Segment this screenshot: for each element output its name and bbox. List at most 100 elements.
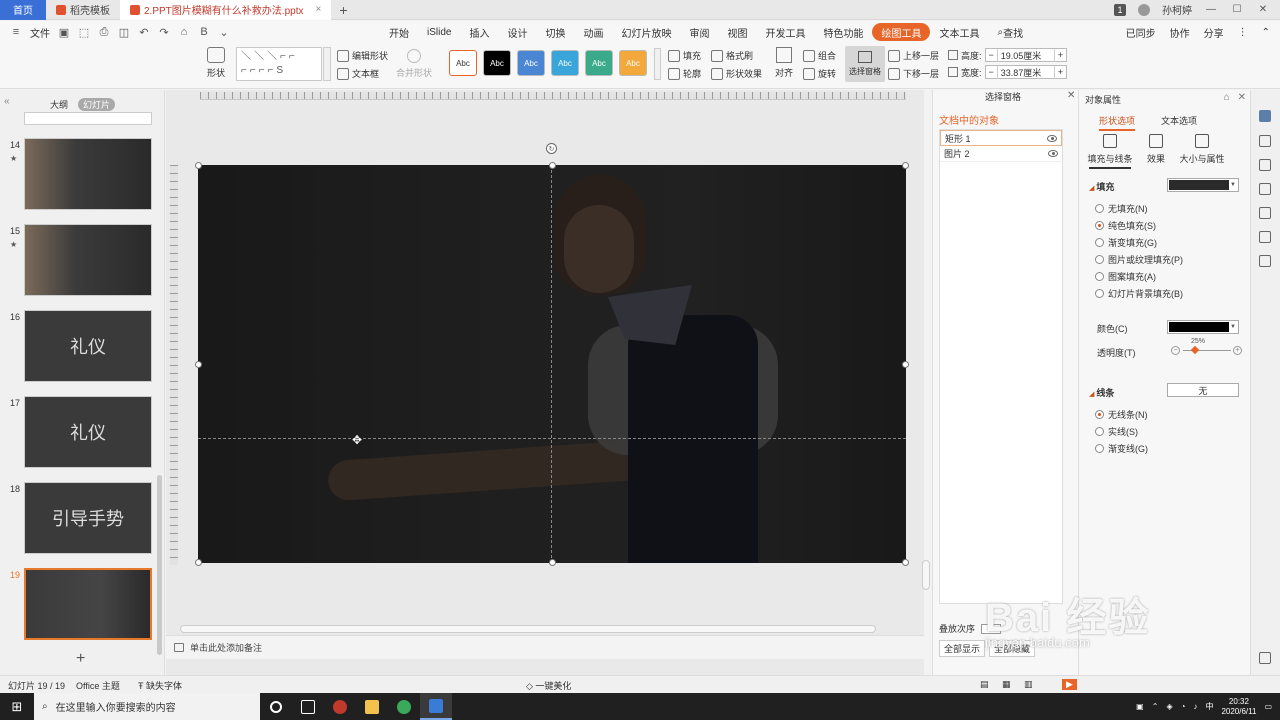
properties-title[interactable]: 对象属性 <box>1085 93 1121 106</box>
view-sorter-icon[interactable]: ▦ <box>1002 679 1011 690</box>
menu-item-11[interactable]: 绘图工具 <box>872 23 931 41</box>
menu-item-3[interactable]: 设计 <box>498 23 536 41</box>
thumbnail-scrollbar[interactable] <box>157 475 162 655</box>
redo-icon[interactable]: ↷ <box>158 26 170 39</box>
slide-thumbnail[interactable]: 引导手势 <box>24 482 152 554</box>
copy-icon[interactable] <box>1259 159 1271 171</box>
properties-icon[interactable] <box>1259 110 1271 122</box>
shape-gallery-scroll[interactable] <box>323 47 331 81</box>
file-explorer-icon[interactable] <box>356 693 388 720</box>
maximize-button[interactable]: ☐ <box>1230 4 1244 15</box>
selection-pane-button[interactable]: 选择窗格 <box>845 46 885 82</box>
resize-handle-top[interactable] <box>549 162 556 169</box>
collaborate-button[interactable]: 协作 <box>1170 25 1190 40</box>
tray-expand-icon[interactable]: ⌃ <box>1152 702 1159 711</box>
browser-icon[interactable] <box>388 693 420 720</box>
notes-bar[interactable]: 单击此处添加备注 <box>166 635 924 659</box>
height-decrement[interactable]: − <box>986 50 997 60</box>
height-value[interactable]: 19.05厘米 <box>996 48 1055 62</box>
line-option-0[interactable]: 无线条(N) <box>1095 408 1148 421</box>
menu-item-5[interactable]: 动画 <box>574 23 612 41</box>
rotate-button[interactable]: 旋转 <box>803 67 836 80</box>
slide-thumbnail[interactable]: 礼仪 <box>24 396 152 468</box>
search-menu[interactable]: ⌕ 查找 <box>988 23 1032 41</box>
style-gallery-scroll[interactable] <box>654 48 661 80</box>
template-tab[interactable]: 稻壳模板 <box>46 0 120 20</box>
menu-item-12[interactable]: 文本工具 <box>930 23 988 41</box>
bold-icon[interactable]: B <box>198 26 210 38</box>
resize-handle-bottom-left[interactable] <box>195 559 202 566</box>
resize-handle-top-left[interactable] <box>195 162 202 169</box>
height-increment[interactable]: + <box>1055 50 1066 60</box>
shape-style-4[interactable]: Abc <box>585 50 613 76</box>
send-backward-button[interactable]: 下移一层 <box>888 67 939 80</box>
fill-option-1[interactable]: 纯色填充(S) <box>1095 219 1156 232</box>
textbox-button[interactable]: 文本框 <box>337 67 379 80</box>
resize-handle-right[interactable] <box>902 361 909 368</box>
transparency-increase[interactable]: + <box>1233 346 1242 355</box>
line-section-header[interactable]: 线条 <box>1089 386 1114 399</box>
shape-style-icon[interactable] <box>1259 135 1271 147</box>
windows-start-icon[interactable]: ⊞ <box>0 693 34 720</box>
transparency-decrease[interactable]: − <box>1171 346 1180 355</box>
width-increment[interactable]: + <box>1055 67 1066 77</box>
width-value[interactable]: 33.87厘米 <box>996 65 1055 79</box>
subtab-effect[interactable]: 效果 <box>1131 134 1181 165</box>
file-menu[interactable]: 文件 <box>30 25 50 40</box>
color-dropdown[interactable]: ▼ <box>1167 320 1239 334</box>
text-icon[interactable] <box>1259 207 1271 219</box>
chevron-up-icon[interactable]: ⌃ <box>1262 27 1270 38</box>
current-slide[interactable] <box>198 165 906 563</box>
fill-option-3[interactable]: 图片或纹理填充(P) <box>1095 253 1183 266</box>
add-slide-icon[interactable]: + <box>76 650 85 668</box>
slide-thumbnail[interactable] <box>24 568 152 640</box>
undo-icon[interactable]: ↶ <box>138 26 150 39</box>
shape-style-1[interactable]: Abc <box>483 50 511 76</box>
subtab-size[interactable]: 大小与属性 <box>1177 134 1227 165</box>
cortana-icon[interactable] <box>260 693 292 720</box>
resize-handle-bottom-right[interactable] <box>902 559 909 566</box>
fill-option-5[interactable]: 幻灯片背景填充(B) <box>1095 287 1183 300</box>
shape-button[interactable]: 形状 <box>207 47 225 79</box>
resize-handle-left[interactable] <box>195 361 202 368</box>
line-option-2[interactable]: 渐变线(G) <box>1095 442 1148 455</box>
menu-item-10[interactable]: 特色功能 <box>814 23 872 41</box>
rectangle-overlay[interactable] <box>198 165 906 563</box>
fill-option-0[interactable]: 无填充(N) <box>1095 202 1148 215</box>
notification-icon[interactable]: ▭ <box>1264 702 1272 711</box>
share-icon[interactable] <box>1259 255 1271 267</box>
shape-style-3[interactable]: Abc <box>551 50 579 76</box>
notes-placeholder[interactable]: 单击此处添加备注 <box>190 641 262 654</box>
user-avatar[interactable] <box>1138 3 1150 16</box>
ribbon-collapse-icon[interactable]: ⋮ <box>1238 27 1248 38</box>
menu-item-0[interactable]: 开始 <box>380 23 418 41</box>
minimize-button[interactable]: — <box>1204 4 1218 15</box>
height-spinner[interactable]: 高度: − 19.05厘米 + <box>948 48 1068 62</box>
tray-ime-icon[interactable]: 中 <box>1205 701 1213 712</box>
align-button[interactable]: 对齐 <box>775 47 793 79</box>
fill-option-4[interactable]: 图案填充(A) <box>1095 270 1156 283</box>
show-all-button[interactable]: 全部显示 <box>939 640 986 657</box>
tab-slides[interactable]: 幻灯片 <box>78 98 116 111</box>
picture-icon[interactable] <box>1259 183 1271 195</box>
menu-item-1[interactable]: iSlide <box>418 23 460 41</box>
lock-icon[interactable]: ⌂ <box>1224 92 1230 103</box>
window-count-badge[interactable]: 1 <box>1114 3 1126 16</box>
shape-gallery[interactable]: ＼＼＼⌐⌐ ⌐⌐⌐⌐S <box>236 47 322 81</box>
share-button[interactable]: 分享 <box>1204 25 1224 40</box>
taskbar-search[interactable]: ⌕ 在这里输入你要搜索的内容 <box>34 693 260 720</box>
document-tab[interactable]: 2.PPT图片模糊有什么补救办法.pptx × <box>120 0 332 20</box>
menu-item-8[interactable]: 视图 <box>718 23 756 41</box>
more-icon[interactable]: ⌄ <box>218 26 230 39</box>
shape-style-0[interactable]: Abc <box>449 50 477 76</box>
resize-handle-bottom[interactable] <box>549 559 556 566</box>
task-view-icon[interactable] <box>292 693 324 720</box>
tab-shape-options[interactable]: 形状选项 <box>1099 114 1136 131</box>
merge-shape-button[interactable]: 合并形状 <box>396 49 432 79</box>
tab-text-options[interactable]: 文本选项 <box>1161 114 1197 127</box>
tray-volume-icon[interactable]: ♪ <box>1193 702 1197 711</box>
new-tab-button[interactable]: + <box>331 2 355 18</box>
close-window-button[interactable]: ✕ <box>1256 4 1270 15</box>
close-tab-icon[interactable]: × <box>315 4 321 15</box>
menu-item-9[interactable]: 开发工具 <box>756 23 814 41</box>
